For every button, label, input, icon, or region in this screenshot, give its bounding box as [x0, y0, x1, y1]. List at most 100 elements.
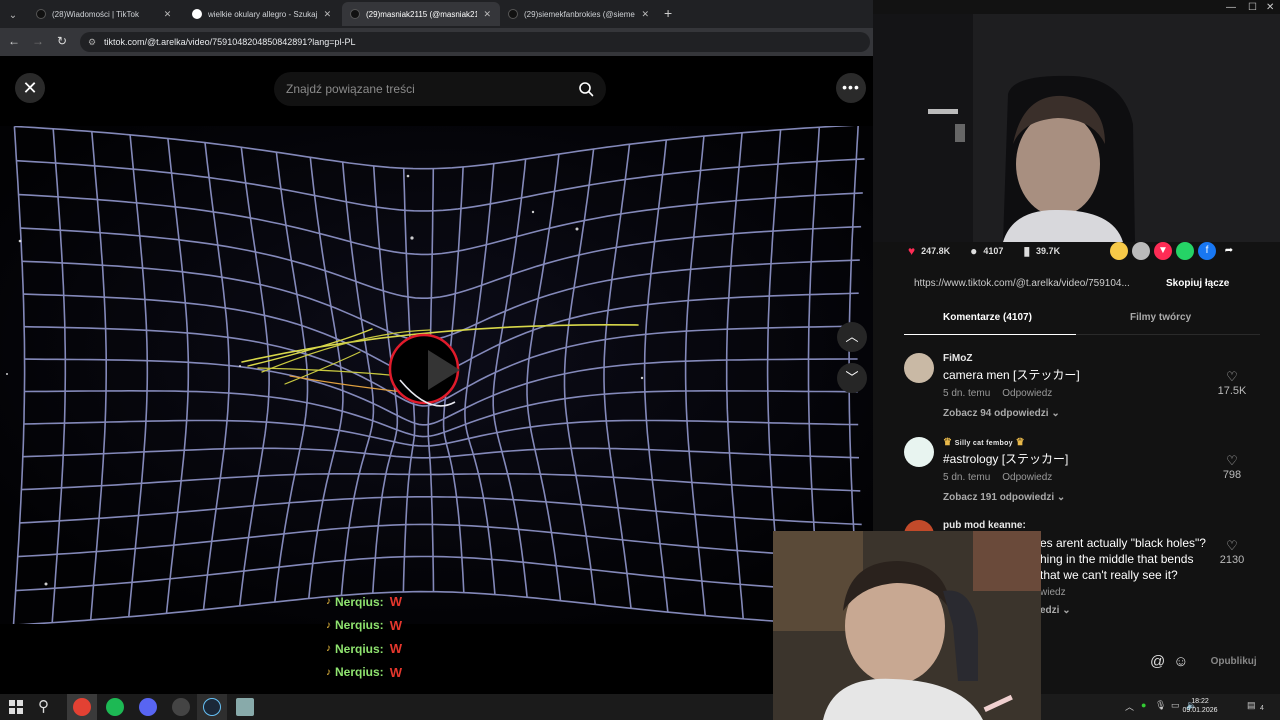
mention-icon[interactable]: @ [1150, 653, 1165, 670]
comment-meta: 5 dn. temu Odpowiedz [943, 388, 1052, 399]
comment-username[interactable]: pub mod keanne: [943, 520, 1026, 531]
back-arrow-icon[interactable]: ← [6, 34, 22, 48]
tab-comments[interactable]: Komentarze (4107) [943, 312, 1032, 323]
search-icon[interactable] [578, 81, 594, 97]
site-info-icon[interactable]: ⚙ [88, 32, 96, 52]
send-share-icon[interactable]: ▼ [1154, 242, 1172, 260]
obs-icon[interactable] [172, 698, 190, 716]
heart-icon[interactable]: ♥ [908, 244, 915, 258]
avatar[interactable] [904, 353, 934, 383]
tab-label: (29)siemekfanbrokies (@siemek [524, 9, 635, 19]
music-note-icon: ♪ [326, 596, 331, 608]
tray-expand-icon[interactable]: ︿ [1125, 700, 1134, 713]
browser-tab[interactable]: wielkie okulary allegro - Szukaj ✕ [184, 2, 340, 26]
chevron-down-icon: ⌄ [8, 9, 18, 21]
browser-tab[interactable]: (29)siemekfanbrokies (@siemek ✕ [500, 2, 658, 26]
reply-button[interactable]: Odpowiedz [1002, 472, 1052, 483]
comment-like[interactable]: ♡ 798 [1212, 453, 1252, 481]
tab-creator-videos[interactable]: Filmy twórcy [1130, 312, 1191, 323]
tab-search-button[interactable]: ⌄ [4, 3, 26, 27]
tab-close-icon[interactable]: ✕ [323, 9, 332, 20]
browser-tab[interactable]: (28)Wiadomości | TikTok ✕ [28, 2, 180, 26]
bookmark-icon[interactable]: ▮ [1023, 244, 1030, 258]
facebook-icon[interactable]: f [1198, 242, 1216, 260]
share-arrow-icon[interactable]: ➦ [1220, 242, 1238, 260]
more-options-button[interactable]: ••• [836, 73, 866, 103]
comment-like[interactable]: ♡ 17.5K [1212, 369, 1252, 397]
comment-count: 4107 [983, 246, 1004, 256]
status-dot-icon[interactable]: ● [1141, 700, 1146, 710]
comment-composer: @ ☺ Opublikuj [1150, 653, 1257, 670]
screen: (28)Wiadomości | TikTok ✕ wielkie okular… [0, 0, 1280, 720]
close-video-button[interactable]: ✕ [15, 73, 45, 103]
chrome-icon[interactable] [73, 698, 91, 716]
embed-share-icon[interactable] [1110, 242, 1128, 260]
windows-start-icon[interactable] [9, 700, 23, 714]
spacetime-grid-video-frame [0, 123, 873, 628]
comment-username[interactable]: FiMoZ [943, 353, 972, 364]
view-replies-button[interactable]: Zobacz 94 odpowiedzi ⌄ [943, 408, 1060, 419]
save-count: 39.7K [1036, 246, 1061, 256]
comment-username-text: Silly cat femboy [954, 440, 1013, 447]
chat-message: ♪ Nerqius: W [326, 614, 402, 638]
emoji-icon[interactable]: ☺ [1173, 653, 1188, 670]
comment-item: FiMoZ camera men [ステッカー] 5 dn. temu Odpow… [904, 353, 1260, 428]
file-explorer-icon[interactable] [236, 698, 254, 716]
maximize-icon[interactable]: ☐ [1248, 2, 1257, 13]
forward-arrow-icon[interactable]: → [30, 34, 46, 48]
chat-username: Nerqius: [335, 618, 384, 633]
view-replies-button[interactable]: edzi ⌄ [1040, 605, 1071, 616]
notifications-icon[interactable]: ▤ [1247, 700, 1256, 711]
browser-tab-active[interactable]: (29)masniak2115 (@masniak21 ✕ [342, 2, 500, 26]
comment-icon[interactable]: ● [970, 244, 977, 258]
url-field[interactable]: ⚙ tiktok.com/@t.arelka/video/75910482048… [80, 32, 870, 52]
video-player[interactable] [0, 123, 873, 628]
tab-close-icon[interactable]: ✕ [641, 9, 650, 20]
friends-share-icon[interactable] [1132, 242, 1150, 260]
comment-time: 5 dn. temu [943, 472, 991, 483]
tiktok-favicon-icon [508, 9, 518, 19]
window-close-icon[interactable]: ✕ [1266, 2, 1274, 13]
previous-video-button[interactable]: ︿ [837, 322, 867, 352]
spotify-icon[interactable] [106, 698, 124, 716]
chat-text: W [389, 594, 402, 610]
whatsapp-icon[interactable] [1176, 242, 1194, 260]
discord-icon[interactable] [139, 698, 157, 716]
comment-like-count: 2130 [1219, 554, 1245, 566]
reply-button[interactable]: Odpowiedz [1002, 388, 1052, 399]
minimize-icon[interactable]: — [1226, 2, 1236, 13]
comment-like[interactable]: ♡ 2130 [1212, 538, 1252, 566]
steam-icon[interactable] [203, 698, 221, 716]
system-clock[interactable]: 18:22 09.01.2026 [1160, 697, 1240, 715]
heart-outline-icon: ♡ [1226, 369, 1238, 384]
notification-count-badge: 4 [1260, 705, 1264, 712]
next-video-button[interactable]: ﹀ [837, 363, 867, 393]
reply-button[interactable]: wiedz [1040, 587, 1066, 598]
chat-text: W [389, 617, 402, 633]
chat-message: ♪ Nerqius: W [326, 661, 402, 685]
new-tab-button[interactable]: + [664, 5, 672, 21]
tab-label: (28)Wiadomości | TikTok [52, 9, 139, 19]
copy-link-button[interactable]: Skopiuj łącze [1166, 278, 1229, 289]
tab-close-icon[interactable]: ✕ [163, 9, 172, 20]
browser-tab-bar: (28)Wiadomości | TikTok ✕ wielkie okular… [0, 0, 873, 28]
chevron-down-icon: ⌄ [1051, 408, 1060, 419]
related-search-input[interactable]: Znajdź powiązane treści [274, 72, 606, 106]
engagement-stats: ♥ 247.8K ● 4107 ▮ 39.7K [908, 242, 1060, 260]
publish-button[interactable]: Opublikuj [1211, 656, 1257, 667]
clock-time: 18:22 [1191, 698, 1209, 705]
tab-close-icon[interactable]: ✕ [483, 9, 492, 20]
google-favicon-icon [192, 9, 202, 19]
streamer-webcam-bottom [773, 531, 1041, 720]
search-icon[interactable]: ⚲ [38, 698, 56, 716]
comment-username[interactable]: ♛ Silly cat femboy ♛ [943, 437, 1025, 448]
reload-icon[interactable]: ↻ [54, 34, 70, 48]
view-replies-label: edzi [1040, 605, 1060, 616]
address-bar: ← → ↻ ⚙ tiktok.com/@t.arelka/video/75910… [0, 28, 873, 56]
comment-text: es arent actually "black holes"? hing in… [1040, 536, 1206, 582]
view-replies-button[interactable]: Zobacz 191 odpowiedzi ⌄ [943, 492, 1065, 503]
avatar[interactable] [904, 437, 934, 467]
stream-chat-overlay: ♪ Nerqius: W ♪ Nerqius: W ♪ Nerqius: W ♪… [326, 590, 402, 684]
view-replies-label: Zobacz 191 odpowiedzi [943, 492, 1055, 503]
heart-outline-icon: ♡ [1226, 453, 1238, 468]
